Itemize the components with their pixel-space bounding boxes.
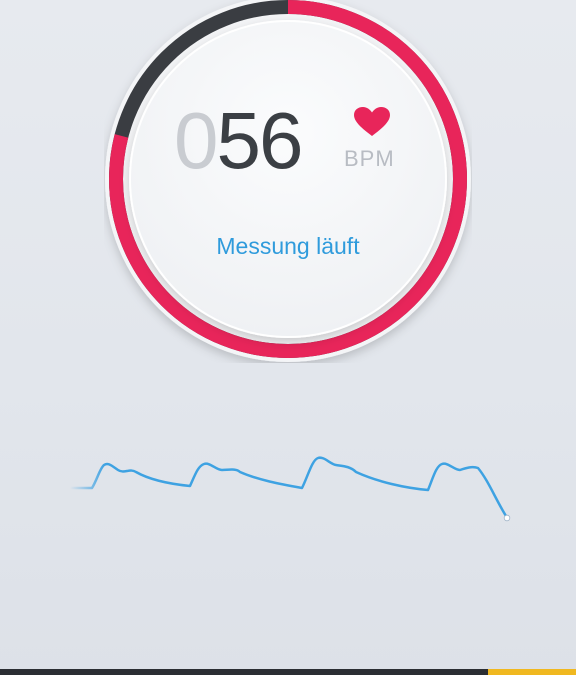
bpm-value-digits: 56	[216, 96, 304, 185]
measurement-status: Messung läuft	[216, 233, 360, 259]
heart-icon	[352, 106, 392, 138]
bpm-value: 056	[174, 96, 334, 186]
bpm-value-leading-digit: 0	[174, 96, 218, 185]
pulse-waveform-line	[68, 456, 508, 518]
pulse-waveform-cursor	[503, 514, 511, 522]
heart-rate-screen: 056 BPM Messung läuft	[0, 0, 576, 675]
pulse-waveform	[68, 456, 511, 522]
bottom-toolbar-accent	[488, 669, 576, 675]
bpm-unit-label: BPM	[344, 146, 395, 171]
